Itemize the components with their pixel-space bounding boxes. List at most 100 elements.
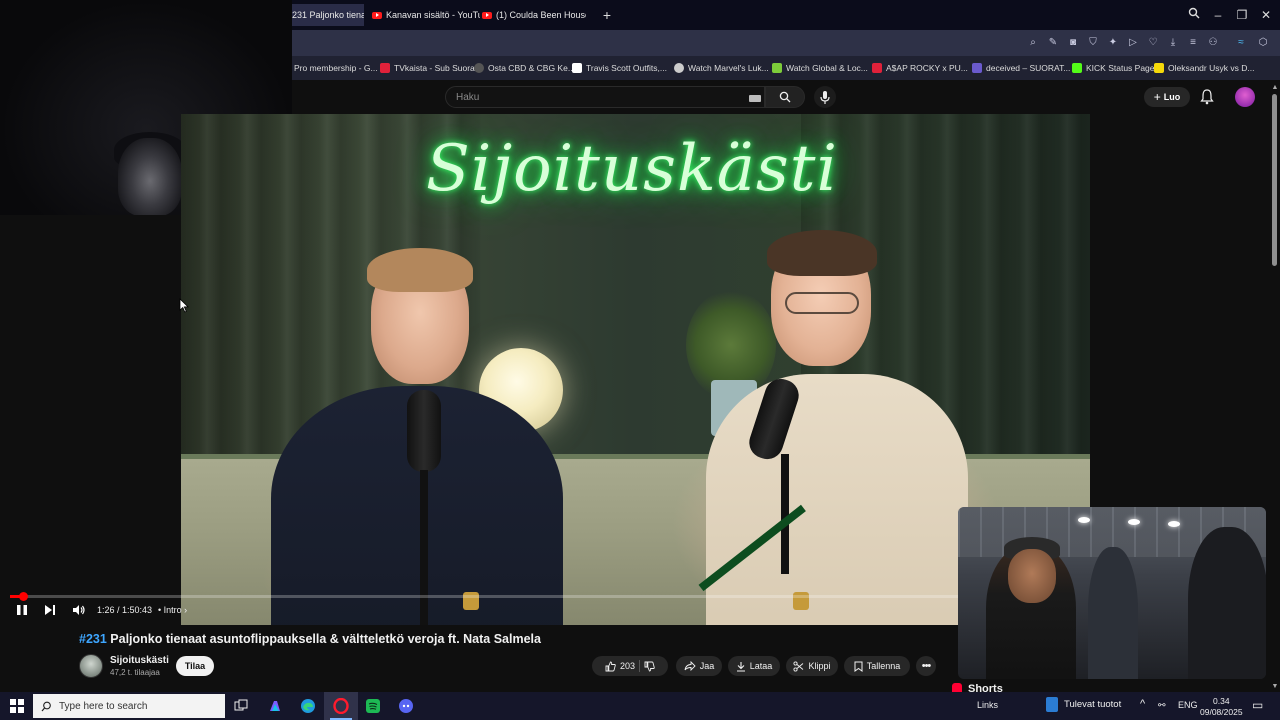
progress-scrubber[interactable] (19, 592, 28, 601)
channel-avatar[interactable] (79, 654, 103, 678)
search-icon[interactable] (1186, 7, 1202, 23)
volume-button[interactable] (72, 603, 88, 617)
create-button[interactable]: + Luo (1144, 87, 1190, 107)
title-hashtag[interactable]: #231 (79, 632, 107, 646)
language-indicator[interactable]: ENG (1178, 700, 1198, 710)
bookmark-item[interactable]: A$AP ROCKY x PU... (872, 61, 968, 75)
search-placeholder: Haku (456, 92, 480, 103)
like-button[interactable]: 203 (605, 661, 635, 672)
deceived-favicon-icon (972, 63, 982, 73)
scrollbar-thumb[interactable] (1272, 94, 1277, 266)
host-right-body (706, 374, 968, 625)
extension-icon[interactable]: ✦ (1106, 36, 1120, 50)
microphone-icon (820, 90, 830, 104)
bookmark-label: KICK Status Page (1086, 63, 1155, 73)
tab-kanavan-sisalto[interactable]: Kanavan sisältö - YouTub (372, 4, 480, 26)
tab-paljonko[interactable]: 231 Paljonko tienaat (292, 4, 364, 26)
taskbar-search-placeholder: Type here to search (59, 700, 148, 712)
scroll-up-icon[interactable]: ▲ (1271, 84, 1279, 92)
voice-search-button[interactable] (814, 86, 836, 108)
download-label: Lataa (749, 661, 773, 671)
bookmark-item[interactable]: Watch Global & Loc... (772, 61, 868, 75)
scroll-down-icon[interactable]: ▼ (1271, 683, 1279, 691)
account-avatar[interactable] (1235, 87, 1255, 107)
plus-icon[interactable]: + (600, 8, 614, 22)
usyk-favicon-icon (1154, 63, 1164, 73)
video-title: #231 Paljonko tienaat asuntoflippauksell… (79, 632, 541, 646)
browser-toolbar: ⌕ ✎ ◙ ⛉ ✦ ▷ ♡ ⤓ ≡ ⚇ ≈ ⬡ (292, 30, 1280, 56)
menu-icon[interactable]: ≡ (1186, 36, 1200, 50)
channel-name[interactable]: Sijoituskästi (110, 655, 169, 666)
restore-icon[interactable]: ❐ (1234, 7, 1250, 23)
close-icon[interactable]: ✕ (1258, 7, 1274, 23)
search-button[interactable] (765, 86, 805, 108)
next-button[interactable] (44, 603, 58, 617)
bookmark-item[interactable]: deceived – SUORAT... (972, 61, 1070, 75)
bookmark-item[interactable]: Osta CBD & CBG Ke... (474, 61, 575, 75)
notifications-bell-icon[interactable] (1200, 89, 1214, 105)
chevron-up-icon[interactable]: ^ (1140, 698, 1145, 710)
search-icon[interactable]: ⌕ (1026, 36, 1040, 50)
taskbar-clock[interactable]: 0.34 09/08/2025 (1200, 696, 1243, 718)
mini-player[interactable] (958, 507, 1266, 679)
copilot-icon[interactable] (258, 692, 292, 720)
edit-icon[interactable]: ✎ (1046, 36, 1060, 50)
video-player[interactable]: Sijoituskästi (181, 114, 1090, 625)
time-display: 1:26 / 1:50:43 (97, 605, 153, 615)
bookmark-item[interactable]: TVkaista - Sub Suora (380, 61, 475, 75)
cube-icon[interactable]: ⬡ (1256, 36, 1270, 50)
thumbs-up-icon (605, 661, 616, 671)
thumbs-down-icon[interactable] (644, 661, 655, 672)
clip-label: Klippi (808, 661, 831, 671)
ceiling-light (1128, 519, 1140, 525)
windows-start-icon[interactable] (10, 699, 24, 713)
microphone-left (407, 390, 441, 472)
network-icon[interactable]: ⚯ (1158, 700, 1166, 711)
download-button[interactable]: Lataa (728, 656, 780, 676)
webcam-face (118, 138, 182, 215)
taskbar-search-input[interactable]: Type here to search (33, 694, 225, 718)
bookmark-label: Oleksandr Usyk vs D... (1168, 63, 1255, 73)
play-icon[interactable]: ▷ (1126, 36, 1140, 50)
tab-label: 231 Paljonko tienaat (292, 10, 364, 20)
bookmark-item[interactable]: Pro membership - G... (294, 61, 378, 75)
links-toolbar[interactable]: Links (977, 700, 998, 710)
save-button[interactable]: Tallenna (844, 656, 910, 676)
pause-button[interactable] (16, 603, 30, 617)
camera-icon[interactable]: ◙ (1066, 36, 1080, 50)
task-view-icon[interactable] (224, 692, 258, 720)
search-input[interactable]: Haku (445, 86, 765, 108)
notifications-icon[interactable]: ▭ (1252, 698, 1263, 712)
clip-button[interactable]: Klippi (786, 656, 838, 676)
tab-coulda-been-house[interactable]: (1) Coulda Been House 2 (482, 4, 586, 26)
marvel-favicon-icon (674, 63, 684, 73)
minimize-icon[interactable]: – (1210, 7, 1226, 23)
keyboard-icon[interactable] (749, 95, 761, 102)
discord-icon[interactable] (389, 692, 423, 720)
bookmark-item[interactable]: Oleksandr Usyk vs D... (1154, 61, 1254, 75)
edge-icon[interactable] (291, 692, 325, 720)
heart-icon[interactable]: ♡ (1146, 36, 1160, 50)
subscribe-button[interactable]: Tilaa (176, 656, 214, 676)
ai-icon[interactable]: ≈ (1234, 36, 1248, 50)
tulevat-tuotot-widget[interactable]: Tulevat tuotot (1046, 697, 1121, 712)
chapter-button[interactable]: • Intro › (158, 605, 187, 615)
share-button[interactable]: Jaa (676, 656, 722, 676)
progress-bar[interactable] (10, 595, 960, 598)
opera-icon[interactable] (324, 692, 358, 720)
bookmark-item[interactable]: KICK Status Page (1072, 61, 1155, 75)
shield-icon[interactable]: ⛉ (1086, 36, 1100, 50)
download-icon[interactable]: ⤓ (1166, 36, 1180, 50)
volume-icon (73, 605, 85, 615)
ceiling-light (1078, 517, 1090, 523)
bookmark-item[interactable]: Watch Marvel's Luk... (674, 61, 769, 75)
mini-bg-person (1188, 527, 1266, 679)
spotify-app-icon[interactable] (356, 692, 390, 720)
browser-tab-strip: 231 Paljonko tienaat Kanavan sisältö - Y… (292, 0, 1280, 30)
more-actions-button[interactable]: ••• (916, 656, 936, 676)
tab-label: (1) Coulda Been House 2 (496, 10, 586, 20)
tab-label: Kanavan sisältö - YouTub (386, 10, 480, 20)
profile-icon[interactable]: ⚇ (1206, 36, 1220, 50)
bookmark-item[interactable]: Travis Scott Outfits,... (572, 61, 667, 75)
tv-favicon-icon (380, 63, 390, 73)
